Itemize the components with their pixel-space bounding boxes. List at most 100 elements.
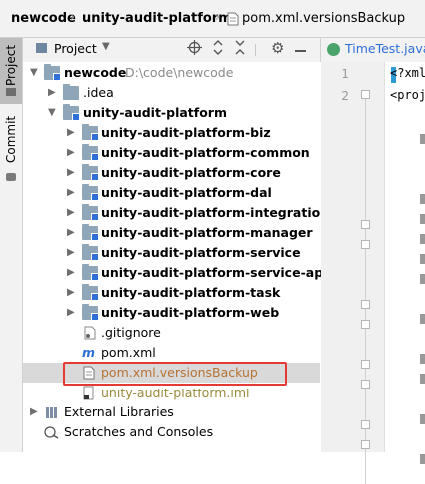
code-line-fragment [420, 214, 425, 224]
tree-node-iml[interactable]: unity-audit-platform.iml [23, 383, 320, 403]
tree-node-submodule[interactable]: ▶ unity-audit-platform-task [23, 283, 320, 303]
tree-node-submodule-label: unity-audit-platform-core [101, 165, 281, 180]
fold-marker-icon[interactable] [361, 380, 370, 389]
folder-icon [6, 88, 16, 96]
chevron-right-icon[interactable]: ▶ [67, 203, 75, 223]
breadcrumb-separator-icon: › [70, 10, 76, 25]
folder-icon [82, 204, 99, 221]
fold-marker-icon[interactable] [361, 420, 370, 429]
code-line-fragment [420, 254, 425, 264]
tree-node-root-path: D:\code\newcode [125, 65, 234, 80]
folder-icon [63, 104, 80, 121]
code-area[interactable]: <?xml <proj [384, 62, 425, 464]
fold-marker-icon[interactable] [361, 300, 370, 309]
collapse-all-icon[interactable] [233, 40, 247, 58]
tree-node-gitignore[interactable]: .gitignore [23, 323, 320, 343]
tree-node-submodule-label: unity-audit-platform-biz [101, 125, 271, 140]
tree-node-submodule-label: unity-audit-platform-dal [101, 185, 272, 200]
code-line-fragment [420, 414, 425, 424]
folder-icon [63, 84, 79, 100]
chevron-right-icon[interactable]: ▶ [48, 83, 56, 103]
expand-all-icon[interactable] [211, 40, 225, 58]
tree-node-iml-label: unity-audit-platform.iml [101, 385, 250, 400]
breadcrumb-item-module[interactable]: unity-audit-platform [82, 11, 232, 26]
chevron-right-icon[interactable]: ▶ [67, 123, 75, 143]
chevron-right-icon[interactable]: ▶ [67, 263, 75, 283]
folder-icon [44, 64, 61, 81]
java-class-icon [327, 43, 340, 56]
tab-project-label: Project [4, 44, 18, 86]
chevron-right-icon[interactable]: ▶ [67, 183, 75, 203]
tree-node-module[interactable]: ▼ unity-audit-platform [23, 103, 320, 123]
tree-node-gitignore-label: .gitignore [101, 325, 161, 340]
chevron-right-icon[interactable]: ▶ [67, 143, 75, 163]
editor-gutter: 1 2 [321, 62, 384, 484]
locate-icon[interactable] [187, 40, 202, 58]
chevron-down-icon[interactable]: ▼ [30, 63, 38, 83]
chevron-down-icon[interactable]: ▼ [48, 103, 56, 123]
folder-icon [82, 144, 99, 161]
tree-node-submodule[interactable]: ▶ unity-audit-platform-service-api [23, 263, 327, 283]
line-number: 2 [341, 89, 349, 103]
fold-marker-icon[interactable] [361, 440, 370, 449]
library-icon [45, 406, 61, 420]
tree-node-submodule-label: unity-audit-platform-service-api [101, 265, 328, 280]
tree-node-submodule[interactable]: ▶ unity-audit-platform-dal [23, 183, 320, 203]
gear-icon[interactable]: ⚙ [271, 39, 284, 57]
chevron-down-icon[interactable]: ▼ [102, 41, 110, 52]
tree-node-submodule-label: unity-audit-platform-web [101, 305, 280, 320]
chevron-right-icon[interactable]: ▶ [67, 163, 75, 183]
tree-node-submodule[interactable]: ▶ unity-audit-platform-common [23, 143, 320, 163]
tree-node-pom-label: pom.xml [101, 345, 156, 360]
tree-node-submodule-label: unity-audit-platform-manager [101, 225, 313, 240]
tree-node-root-label: newcode [64, 65, 127, 80]
tree-node-submodule[interactable]: ▶ unity-audit-platform-integration [23, 203, 329, 223]
code-line: <?xml [390, 66, 425, 80]
breadcrumb-separator-icon: › [215, 10, 221, 25]
tree-node-submodule-label: unity-audit-platform-integration [101, 205, 330, 220]
chevron-right-icon[interactable]: ▶ [30, 402, 38, 422]
fold-marker-icon[interactable] [361, 90, 370, 99]
code-line-fragment [420, 354, 425, 364]
minimize-icon[interactable] [295, 50, 306, 52]
tree-node-idea[interactable]: ▶ .idea [23, 83, 320, 103]
code-line-fragment [420, 454, 425, 464]
chevron-right-icon[interactable]: ▶ [67, 283, 75, 303]
fold-marker-icon[interactable] [361, 360, 370, 369]
fold-marker-icon[interactable] [361, 240, 370, 249]
editor-tab-label[interactable]: TimeTest.java [345, 41, 425, 56]
tree-node-submodule-label: unity-audit-platform-task [101, 285, 281, 300]
folder-icon [82, 264, 99, 281]
tree-node-submodule[interactable]: ▶ unity-audit-platform-core [23, 163, 320, 183]
tree-node-scratches[interactable]: Scratches and Consoles [23, 422, 320, 442]
fold-marker-icon[interactable] [361, 220, 370, 229]
tree-node-submodule[interactable]: ▶ unity-audit-platform-manager [23, 223, 320, 243]
project-view-label[interactable]: Project [54, 41, 97, 56]
maven-icon: m [82, 345, 96, 360]
gitignore-file-icon [83, 326, 99, 340]
navigation-breadcrumb: newcode › unity-audit-platform › pom.xml… [0, 0, 425, 38]
tab-project[interactable]: Project [0, 38, 22, 104]
folder-icon [82, 304, 99, 321]
project-view-icon [36, 43, 47, 53]
tree-node-submodule[interactable]: ▶ unity-audit-platform-web [23, 303, 320, 323]
chevron-right-icon[interactable]: ▶ [67, 303, 75, 323]
tree-node-root[interactable]: ▼ newcode D:\code\newcode [23, 63, 320, 83]
tree-node-external-libraries[interactable]: ▶ External Libraries [23, 402, 320, 422]
folder-icon [82, 124, 99, 141]
tree-node-external-libraries-label: External Libraries [64, 404, 174, 419]
breadcrumb-item-file[interactable]: pom.xml.versionsBackup [242, 11, 405, 26]
chevron-right-icon[interactable]: ▶ [67, 223, 75, 243]
folder-icon [82, 284, 99, 301]
tree-node-submodule-label: unity-audit-platform-service [101, 245, 301, 260]
code-line-fragment [420, 234, 425, 244]
tab-commit[interactable]: Commit [0, 113, 22, 193]
iml-file-icon [83, 386, 99, 400]
tree-node-submodule[interactable]: ▶ unity-audit-platform-biz [23, 123, 320, 143]
chevron-right-icon[interactable]: ▶ [67, 243, 75, 263]
tree-node-submodule[interactable]: ▶ unity-audit-platform-service [23, 243, 320, 263]
tool-window-stripe: Project Commit [0, 38, 23, 452]
breadcrumb-item-newcode[interactable]: newcode [11, 11, 76, 26]
tree-node-pom[interactable]: m pom.xml [23, 343, 320, 363]
fold-marker-icon[interactable] [361, 320, 370, 329]
